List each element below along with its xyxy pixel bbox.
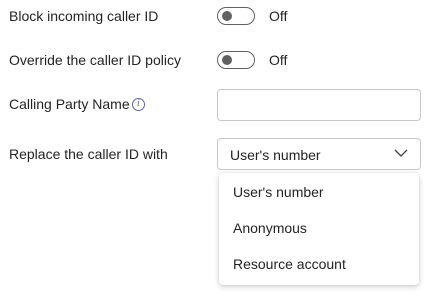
block-incoming-caller-id-state: Off <box>269 8 288 24</box>
chevron-down-icon <box>394 149 408 157</box>
override-caller-id-policy-toggle[interactable] <box>217 51 255 69</box>
dropdown-option-anonymous[interactable]: Anonymous <box>219 210 419 246</box>
block-incoming-caller-id-toggle[interactable] <box>217 7 255 25</box>
replace-caller-id-dropdown: User's number Anonymous Resource account <box>219 173 419 285</box>
override-caller-id-policy-state: Off <box>269 52 288 68</box>
replace-caller-id-label: Replace the caller ID with <box>9 146 168 162</box>
toggle-knob <box>222 55 232 65</box>
block-incoming-caller-id-label: Block incoming caller ID <box>9 8 159 24</box>
dropdown-option-users-number[interactable]: User's number <box>219 174 419 210</box>
calling-party-name-input[interactable] <box>217 89 421 121</box>
calling-party-name-label: Calling Party Name <box>9 96 130 112</box>
toggle-knob <box>222 11 232 21</box>
override-caller-id-policy-label: Override the caller ID policy <box>9 52 181 68</box>
info-icon[interactable]: i <box>132 98 145 111</box>
select-value: User's number <box>230 147 321 163</box>
replace-caller-id-select[interactable]: User's number <box>217 138 421 170</box>
dropdown-option-resource-account[interactable]: Resource account <box>219 246 419 282</box>
